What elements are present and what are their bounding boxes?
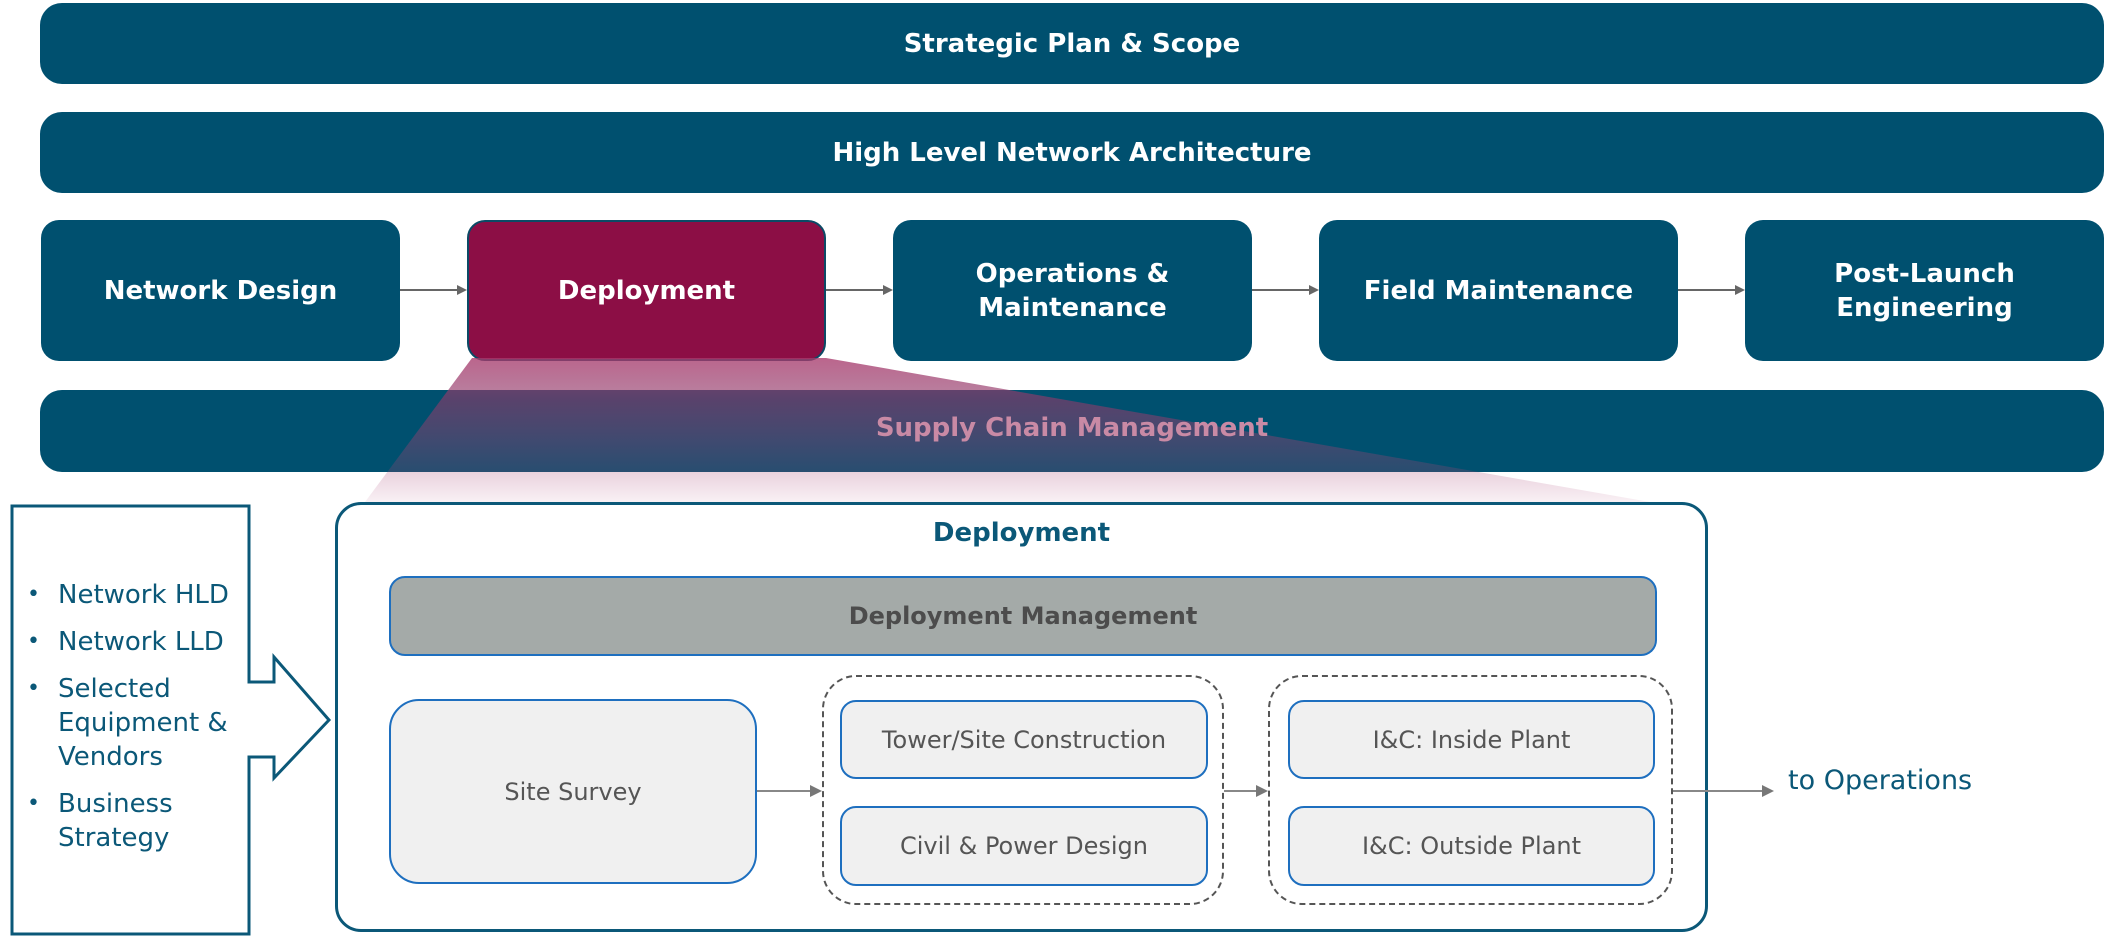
deployment-management-label: Deployment Management: [848, 602, 1198, 630]
supply-chain-label: Supply Chain Management: [875, 413, 1269, 443]
input-item: Selected Equipment & Vendors: [15, 672, 245, 774]
inputs-list: Network HLD Network LLD Selected Equipme…: [15, 578, 245, 868]
site-survey-label: Site Survey: [504, 777, 642, 806]
input-item: Business Strategy: [15, 787, 245, 855]
ic-outside-plant-box[interactable]: I&C: Outside Plant: [1288, 806, 1655, 886]
to-operations-label: to Operations: [1788, 765, 1973, 796]
site-survey-box[interactable]: Site Survey: [389, 699, 757, 884]
input-item: Network HLD: [15, 578, 245, 612]
ic-inside-plant-box[interactable]: I&C: Inside Plant: [1288, 700, 1655, 779]
ic-inside-plant-label: I&C: Inside Plant: [1372, 725, 1571, 754]
ic-outside-plant-label: I&C: Outside Plant: [1361, 832, 1582, 860]
tower-site-construction-box[interactable]: Tower/Site Construction: [840, 700, 1208, 779]
tower-site-construction-label: Tower/Site Construction: [881, 725, 1167, 754]
input-item: Network LLD: [15, 625, 245, 659]
deployment-management-bar[interactable]: Deployment Management: [389, 576, 1657, 656]
deployment-panel-title: Deployment: [932, 518, 1111, 548]
civil-power-design-label: Civil & Power Design: [900, 832, 1148, 860]
civil-power-design-box[interactable]: Civil & Power Design: [840, 806, 1208, 886]
